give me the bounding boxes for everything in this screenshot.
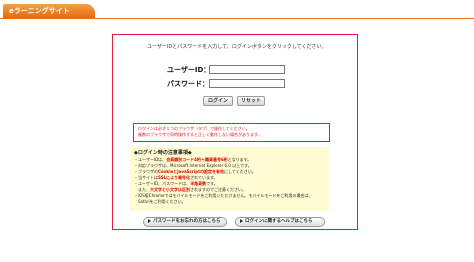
triangle-right-icon <box>148 218 151 223</box>
login-instructions: ユーザーIDとパスワードを入力して、ログインボタンをクリックしてください。 <box>147 44 327 50</box>
forgot-password-label: パスワードをお忘れの方はこちら <box>153 219 221 224</box>
note-text: です。 <box>206 181 218 186</box>
note-text: にしてください。 <box>224 169 256 174</box>
password-label: パスワード： <box>167 80 209 88</box>
login-panel: ユーザーIDとパスワードを入力して、ログインボタンをクリックしてください。 ユー… <box>112 34 358 230</box>
note-highlight: 大文字と小文字は区別 <box>150 187 190 192</box>
login-notes: ◆ログイン時の注意事項◆ ・ユーザーIDは、会員識別コード4桁＋職員番号6桁とな… <box>130 147 329 211</box>
warning-line-2: 複数のブラウザで同時操作すると正しく動作しない場合があります。 <box>138 132 262 137</box>
note-text: ・ユーザーIDは、 <box>134 157 167 162</box>
forgot-password-link[interactable]: パスワードをお忘れの方はこちら <box>143 217 227 227</box>
note-text: されています。 <box>190 175 218 180</box>
browser-warning-box: ログインは必ず１つのブラウザ（タブ）で操作してください。 複数のブラウザで同時操… <box>133 123 330 142</box>
user-id-input[interactable] <box>209 65 285 74</box>
note-text: となります。 <box>227 157 252 162</box>
user-id-label: ユーザーID： <box>167 66 211 74</box>
header-divider <box>0 18 474 19</box>
login-help-label: ログインに関するヘルプはこちら <box>245 219 313 224</box>
site-logo: eラーニングサイト <box>3 4 95 18</box>
note-text: ・ブラウザの <box>134 169 158 174</box>
reset-button[interactable]: リセット <box>237 96 265 106</box>
note-highlight: CookieとJavaScriptの設定を有効 <box>158 169 225 174</box>
note-highlight: 半角英数 <box>190 181 207 186</box>
login-button[interactable]: ログイン <box>203 96 233 106</box>
note-highlight: 会員識別コード4桁＋職員番号6桁 <box>166 157 228 162</box>
triangle-right-icon <box>240 218 243 223</box>
note-highlight: SSLにより暗号化 <box>158 175 191 180</box>
login-help-link[interactable]: ログインに関するヘルプはこちら <box>235 217 325 227</box>
note-text: されますのでご注意ください。 <box>190 187 246 192</box>
note-text: ・ユーザーID、パスワードは、 <box>134 181 191 186</box>
note-safari: Safariをご利用ください。 <box>134 199 186 204</box>
password-input[interactable] <box>209 79 285 88</box>
header-bar: eラーニングサイト <box>0 0 474 20</box>
note-text: また、 <box>134 187 150 192</box>
note-text: ・当サイトは <box>134 175 158 180</box>
notes-title: ◆ログイン時の注意事項◆ <box>134 150 192 156</box>
